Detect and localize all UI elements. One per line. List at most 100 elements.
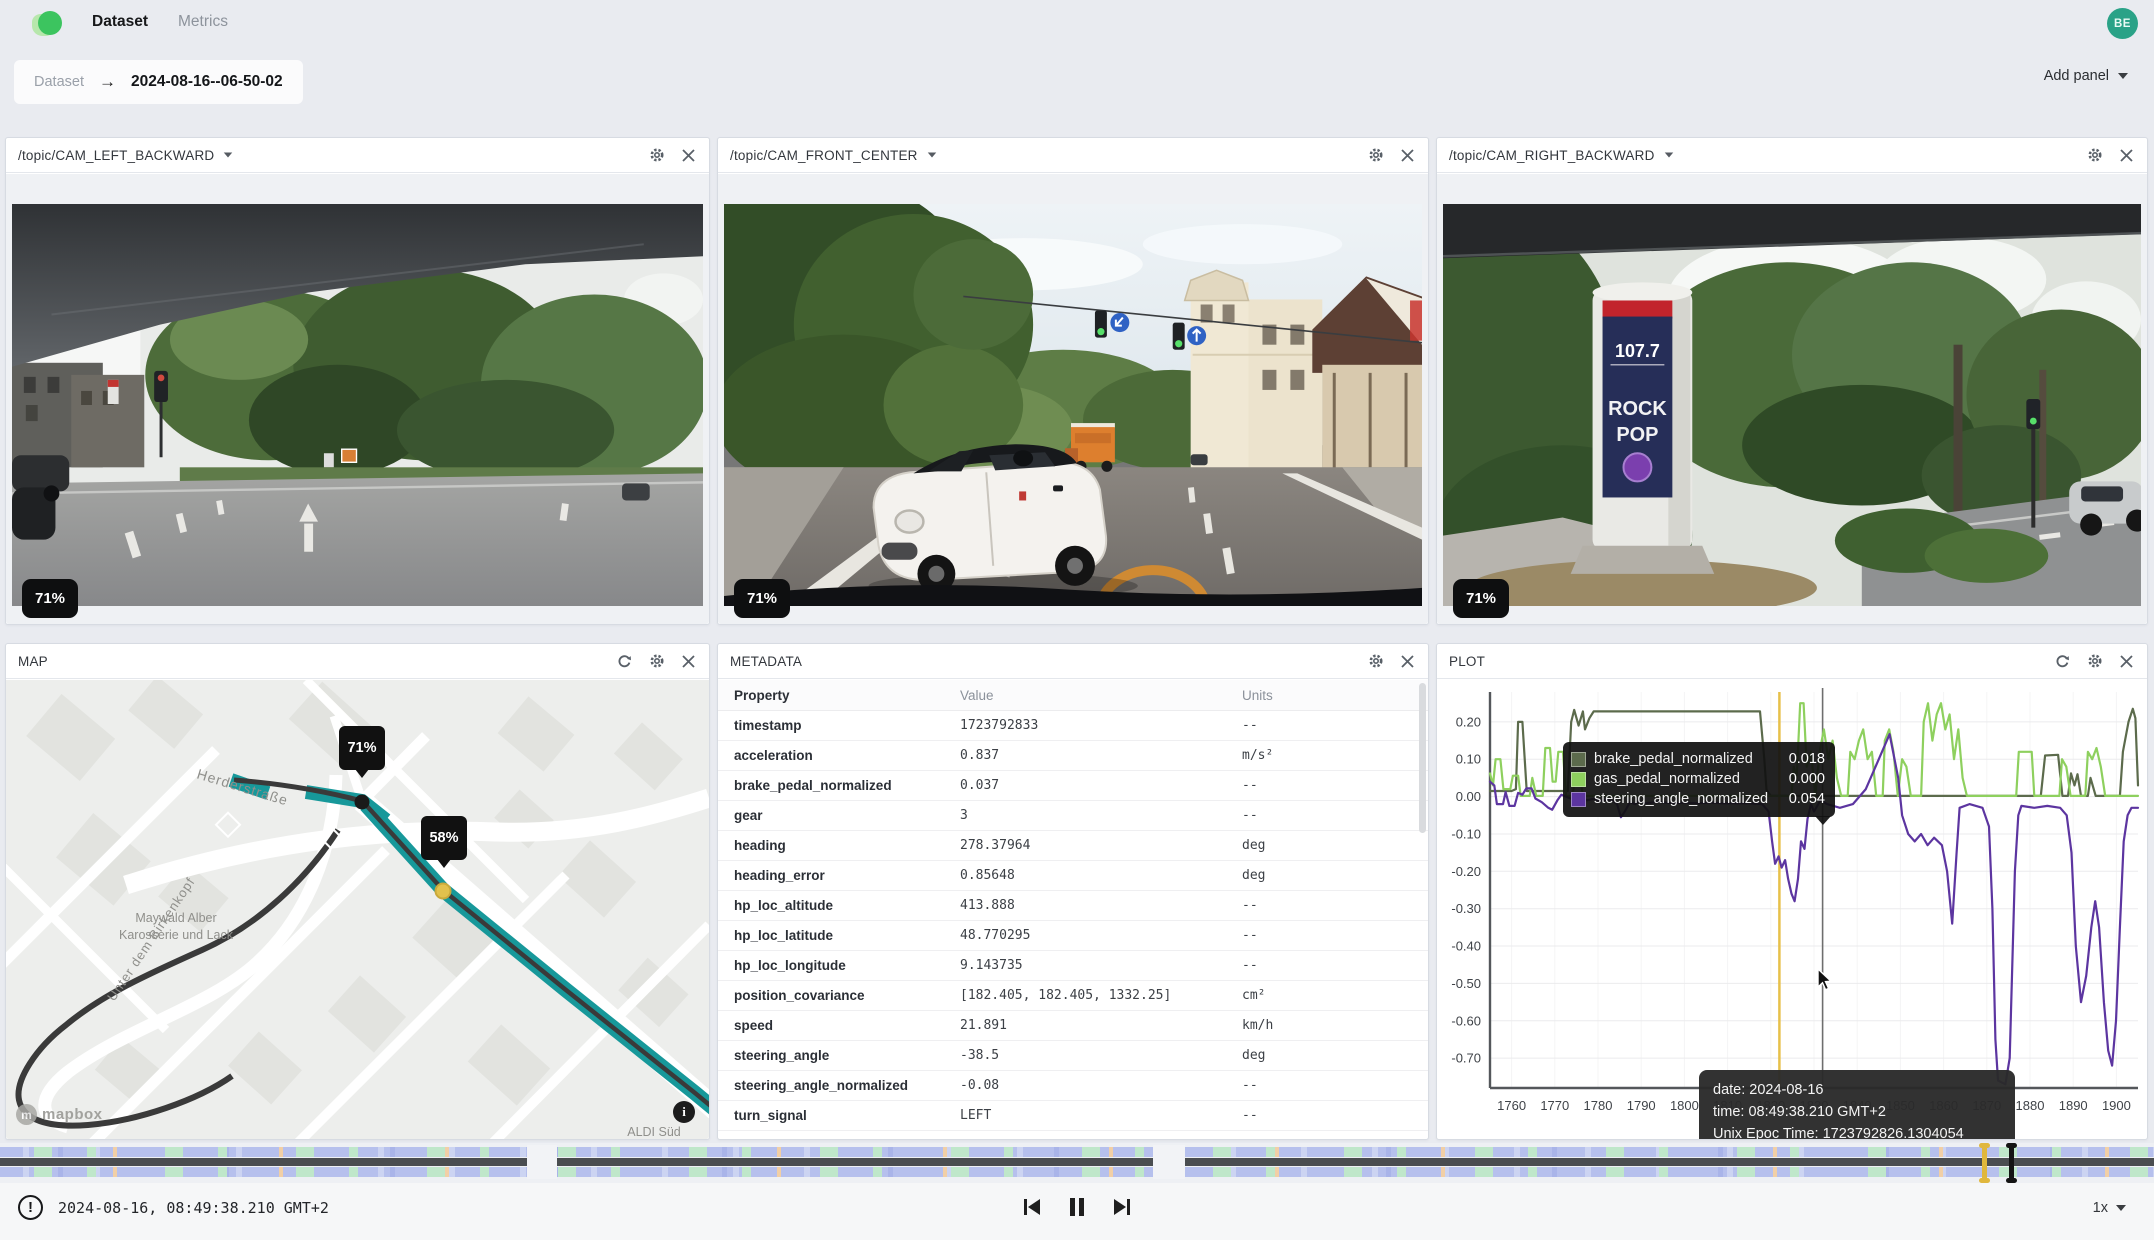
svg-text:1800: 1800 bbox=[1670, 1098, 1699, 1113]
topic-selector-cam-right[interactable]: /topic/CAM_RIGHT_BACKWARD bbox=[1449, 148, 1674, 163]
close-icon[interactable] bbox=[1399, 653, 1416, 670]
legend-series-name: steering_angle_normalized bbox=[1594, 791, 1768, 807]
units-cell: m/s² bbox=[1242, 741, 1428, 771]
table-row: steering_angle_normalized-0.08-- bbox=[718, 1071, 1428, 1101]
playback-speed-selector[interactable]: 1x bbox=[2093, 1200, 2126, 1216]
property-cell: acceleration bbox=[718, 741, 960, 771]
add-panel-button[interactable]: Add panel bbox=[2044, 68, 2128, 84]
legend-row: steering_angle_normalized0.054 bbox=[1571, 789, 1825, 809]
table-row: speed21.891km/h bbox=[718, 1011, 1428, 1041]
user-avatar[interactable]: BE bbox=[2107, 8, 2138, 39]
svg-text:1880: 1880 bbox=[2016, 1098, 2045, 1113]
value-cell: LEFT bbox=[960, 1101, 1242, 1131]
close-icon[interactable] bbox=[2118, 653, 2135, 670]
timeline-cursor-marker[interactable] bbox=[2009, 1143, 2014, 1183]
close-icon[interactable] bbox=[1399, 147, 1416, 164]
svg-text:1760: 1760 bbox=[1497, 1098, 1526, 1113]
nav-tab-dataset[interactable]: Dataset bbox=[92, 13, 148, 31]
table-row: timestamp1723792833-- bbox=[718, 711, 1428, 741]
units-cell: deg bbox=[1242, 1041, 1428, 1071]
camera-viewport: 71% bbox=[6, 174, 709, 624]
value-cell: 9.143735 bbox=[960, 951, 1242, 981]
secondary-position-marker bbox=[436, 884, 451, 899]
map-info-button[interactable]: i bbox=[673, 1101, 695, 1123]
units-cell: deg bbox=[1242, 861, 1428, 891]
legend-swatch bbox=[1571, 752, 1586, 767]
topic-selector-cam-front[interactable]: /topic/CAM_FRONT_CENTER bbox=[730, 148, 937, 163]
breadcrumb-root[interactable]: Dataset bbox=[34, 74, 84, 90]
close-icon[interactable] bbox=[680, 147, 697, 164]
scrollbar[interactable] bbox=[1418, 681, 1427, 881]
property-cell: hp_loc_latitude bbox=[718, 921, 960, 951]
panel-cam-left-backward: /topic/CAM_LEFT_BACKWARD bbox=[5, 137, 710, 625]
timeline-track-top[interactable] bbox=[0, 1147, 2154, 1157]
units-cell: -- bbox=[1242, 921, 1428, 951]
camera-viewport: 71% bbox=[718, 174, 1428, 624]
svg-text:-0.30: -0.30 bbox=[1451, 901, 1481, 916]
units-cell: -- bbox=[1242, 771, 1428, 801]
value-cell: 413.888 bbox=[960, 891, 1242, 921]
breadcrumb: Dataset → 2024-08-16--06-50-02 bbox=[14, 60, 303, 104]
property-cell: position_covariance bbox=[718, 981, 960, 1011]
topic-selector-cam-left[interactable]: /topic/CAM_LEFT_BACKWARD bbox=[18, 148, 233, 163]
tooltip-time: time: 08:49:38.210 GMT+2 bbox=[1713, 1102, 2001, 1124]
panel-header: /topic/CAM_FRONT_CENTER bbox=[718, 138, 1428, 173]
value-cell: 0.85648 bbox=[960, 861, 1242, 891]
units-cell: deg bbox=[1242, 831, 1428, 861]
svg-text:-0.50: -0.50 bbox=[1451, 976, 1481, 991]
svg-text:1790: 1790 bbox=[1627, 1098, 1656, 1113]
settings-gear-icon[interactable] bbox=[2086, 653, 2103, 670]
svg-text:-0.40: -0.40 bbox=[1451, 939, 1481, 954]
timeline-scrubber[interactable] bbox=[0, 1143, 2154, 1183]
timeline-center-bar[interactable] bbox=[0, 1158, 2154, 1166]
settings-gear-icon[interactable] bbox=[1367, 147, 1384, 164]
plot-canvas[interactable]: 0.200.100.00-0.10-0.20-0.30-0.40-0.50-0.… bbox=[1437, 680, 2147, 1139]
distant-car bbox=[1191, 454, 1208, 465]
cream-building bbox=[1185, 270, 1323, 470]
nav-tab-metrics[interactable]: Metrics bbox=[178, 13, 228, 31]
settings-gear-icon[interactable] bbox=[1367, 653, 1384, 670]
progress-badge: 71% bbox=[22, 579, 78, 618]
pause-button[interactable] bbox=[1063, 1193, 1091, 1221]
app-logo-icon[interactable] bbox=[36, 10, 62, 36]
settings-gear-icon[interactable] bbox=[648, 147, 665, 164]
breadcrumb-arrow-icon: → bbox=[99, 72, 116, 92]
timeline-gap bbox=[527, 1145, 557, 1179]
timeline-gap bbox=[1153, 1145, 1185, 1179]
property-cell: steering_angle bbox=[718, 1041, 960, 1071]
legend-swatch bbox=[1571, 772, 1586, 787]
poi-label: Maywald Alber bbox=[135, 911, 216, 925]
refresh-icon[interactable] bbox=[616, 653, 633, 670]
vehicle-position-marker bbox=[355, 795, 370, 810]
panel-title: METADATA bbox=[730, 654, 802, 669]
refresh-icon[interactable] bbox=[2054, 653, 2071, 670]
mapbox-attribution[interactable]: m mapbox bbox=[16, 1104, 103, 1125]
svg-text:1890: 1890 bbox=[2059, 1098, 2088, 1113]
units-cell: -- bbox=[1242, 1071, 1428, 1101]
svg-text:-0.60: -0.60 bbox=[1451, 1013, 1481, 1028]
table-row: heading278.37964deg bbox=[718, 831, 1428, 861]
settings-gear-icon[interactable] bbox=[2086, 147, 2103, 164]
panel-header: MAP bbox=[6, 644, 709, 679]
svg-text:1770: 1770 bbox=[1540, 1098, 1569, 1113]
value-cell: -38.5 bbox=[960, 1041, 1242, 1071]
skip-to-end-button[interactable] bbox=[1108, 1193, 1136, 1221]
road bbox=[12, 473, 703, 606]
table-row: brake_pedal_normalized0.037-- bbox=[718, 771, 1428, 801]
close-icon[interactable] bbox=[680, 653, 697, 670]
settings-gear-icon[interactable] bbox=[648, 653, 665, 670]
map-canvas[interactable]: Herderstraße Unter dem Birkenkopf Maywal… bbox=[6, 680, 709, 1139]
close-icon[interactable] bbox=[2118, 147, 2135, 164]
metadata-table-container[interactable]: Property Value Units timestamp1723792833… bbox=[718, 680, 1428, 1139]
chevron-down-icon bbox=[224, 152, 233, 157]
skip-to-start-button[interactable] bbox=[1018, 1193, 1046, 1221]
units-cell: km/h bbox=[1242, 1011, 1428, 1041]
plot-data-tooltip: date: 2024-08-16 time: 08:49:38.210 GMT+… bbox=[1699, 1070, 2015, 1139]
property-cell: gear bbox=[718, 801, 960, 831]
legend-row: gas_pedal_normalized0.000 bbox=[1571, 769, 1825, 789]
timeline-playhead-marker[interactable] bbox=[1982, 1143, 1987, 1183]
timeline-track-bottom[interactable] bbox=[0, 1167, 2154, 1177]
property-cell: heading_error bbox=[718, 861, 960, 891]
panel-cam-front-center: /topic/CAM_FRONT_CENTER bbox=[717, 137, 1429, 625]
breadcrumb-current: 2024-08-16--06-50-02 bbox=[131, 73, 283, 91]
